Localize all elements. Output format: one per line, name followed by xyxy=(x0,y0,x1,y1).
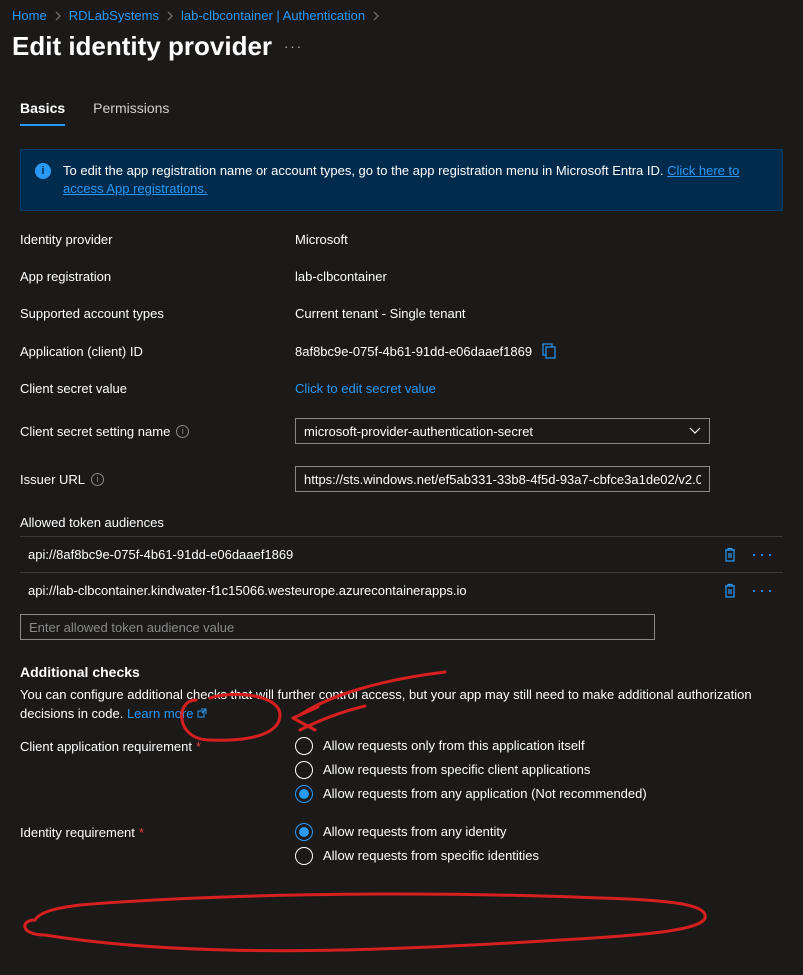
select-client-secret-setting-name[interactable]: microsoft-provider-authentication-secret xyxy=(295,418,710,444)
breadcrumb-authentication[interactable]: lab-clbcontainer | Authentication xyxy=(181,8,365,23)
label-issuer-url: Issuer URL i xyxy=(20,472,295,487)
radio-icon xyxy=(295,847,313,865)
delete-icon[interactable] xyxy=(723,547,737,563)
radio-label-text: Allow requests from any identity xyxy=(323,824,507,839)
tab-permissions[interactable]: Permissions xyxy=(93,100,169,126)
delete-icon[interactable] xyxy=(723,583,737,599)
value-client-id: 8af8bc9e-075f-4b61-91dd-e06daaef1869 xyxy=(295,344,532,359)
chevron-right-icon xyxy=(371,11,381,21)
radio-client-app-specific[interactable]: Allow requests from specific client appl… xyxy=(295,761,647,779)
chevron-right-icon xyxy=(165,11,175,21)
select-value: microsoft-provider-authentication-secret xyxy=(304,424,533,439)
value-supported-account-types: Current tenant - Single tenant xyxy=(295,306,466,321)
info-banner-text: To edit the app registration name or acc… xyxy=(63,163,667,178)
link-edit-secret-value[interactable]: Click to edit secret value xyxy=(295,381,436,396)
tabs: Basics Permissions xyxy=(0,100,803,127)
token-audience-value: api://lab-clbcontainer.kindwater-f1c1506… xyxy=(28,583,467,598)
radio-client-app-self-only[interactable]: Allow requests only from this applicatio… xyxy=(295,737,647,755)
label-identity-requirement: Identity requirement* xyxy=(20,823,295,840)
field-client-app-requirement: Client application requirement* Allow re… xyxy=(20,737,783,803)
field-supported-account-types: Supported account types Current tenant -… xyxy=(20,295,783,332)
field-client-secret-value: Client secret value Click to edit secret… xyxy=(20,370,783,407)
chevron-down-icon xyxy=(689,427,701,435)
issuer-url-input[interactable] xyxy=(295,466,710,492)
token-audience-row: api://lab-clbcontainer.kindwater-f1c1506… xyxy=(20,572,783,608)
page-title: Edit identity provider xyxy=(12,31,272,62)
token-audience-value: api://8af8bc9e-075f-4b61-91dd-e06daaef18… xyxy=(28,547,293,562)
chevron-right-icon xyxy=(53,11,63,21)
radio-icon xyxy=(295,737,313,755)
help-icon[interactable]: i xyxy=(91,473,104,486)
radio-label-text: Allow requests only from this applicatio… xyxy=(323,738,585,753)
field-identity-requirement: Identity requirement* Allow requests fro… xyxy=(20,823,783,865)
learn-more-link[interactable]: Learn more xyxy=(127,706,207,721)
token-audience-row: api://8af8bc9e-075f-4b61-91dd-e06daaef18… xyxy=(20,536,783,572)
radio-icon xyxy=(295,785,313,803)
radio-client-app-any[interactable]: Allow requests from any application (Not… xyxy=(295,785,647,803)
radio-identity-any[interactable]: Allow requests from any identity xyxy=(295,823,539,841)
label-client-id: Application (client) ID xyxy=(20,344,295,359)
value-app-registration: lab-clbcontainer xyxy=(295,269,387,284)
label-client-app-requirement: Client application requirement* xyxy=(20,737,295,754)
radio-icon xyxy=(295,823,313,841)
more-actions-icon[interactable]: ··· xyxy=(751,544,775,565)
field-app-registration: App registration lab-clbcontainer xyxy=(20,258,783,295)
info-icon: i xyxy=(35,163,51,179)
field-client-id: Application (client) ID 8af8bc9e-075f-4b… xyxy=(20,332,783,370)
radio-label-text: Allow requests from specific identities xyxy=(323,848,539,863)
label-client-secret-value: Client secret value xyxy=(20,381,295,396)
value-identity-provider: Microsoft xyxy=(295,232,348,247)
header-additional-checks: Additional checks xyxy=(20,664,783,680)
radio-label-text: Allow requests from specific client appl… xyxy=(323,762,590,777)
label-identity-provider: Identity provider xyxy=(20,232,295,247)
field-issuer-url: Issuer URL i xyxy=(20,455,783,503)
radio-identity-specific[interactable]: Allow requests from specific identities xyxy=(295,847,539,865)
field-client-secret-setting-name: Client secret setting name i microsoft-p… xyxy=(20,407,783,455)
radio-label-text: Allow requests from any application (Not… xyxy=(323,786,647,801)
copy-icon[interactable] xyxy=(542,343,556,359)
field-identity-provider: Identity provider Microsoft xyxy=(20,221,783,258)
label-app-registration: App registration xyxy=(20,269,295,284)
breadcrumb: Home RDLabSystems lab-clbcontainer | Aut… xyxy=(0,0,803,27)
tab-basics[interactable]: Basics xyxy=(20,100,65,126)
info-banner: i To edit the app registration name or a… xyxy=(20,149,783,211)
radio-icon xyxy=(295,761,313,779)
breadcrumb-home[interactable]: Home xyxy=(12,8,47,23)
label-client-secret-setting-name: Client secret setting name i xyxy=(20,424,295,439)
token-audience-input[interactable] xyxy=(20,614,655,640)
label-allowed-token-audiences: Allowed token audiences xyxy=(20,515,783,530)
more-actions-button[interactable]: ··· xyxy=(284,39,303,54)
help-icon[interactable]: i xyxy=(176,425,189,438)
breadcrumb-rdlabsystems[interactable]: RDLabSystems xyxy=(69,8,159,23)
more-actions-icon[interactable]: ··· xyxy=(751,580,775,601)
label-supported-account-types: Supported account types xyxy=(20,306,295,321)
